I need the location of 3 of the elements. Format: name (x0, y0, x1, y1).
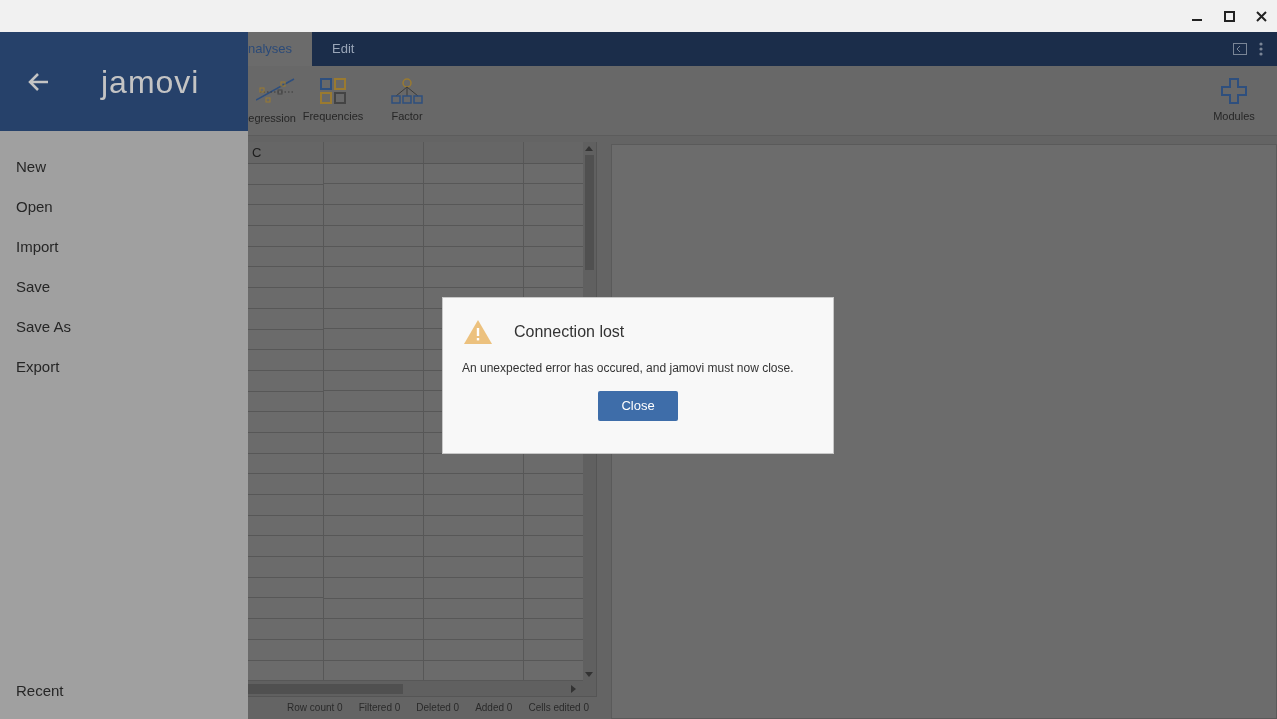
dialog-message: An unexpected error has occured, and jamovi must now close. (462, 360, 795, 377)
dialog-title: Connection lost (514, 322, 625, 342)
app-logo: jamovi (101, 62, 200, 102)
